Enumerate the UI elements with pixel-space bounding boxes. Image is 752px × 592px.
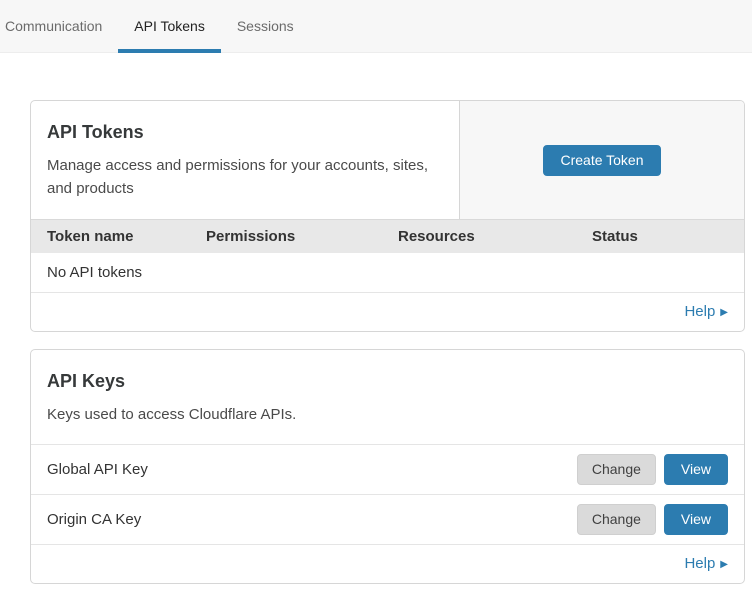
global-api-key-change-button[interactable]: Change — [577, 454, 656, 485]
api-tokens-help-link[interactable]: Help ▶ — [684, 303, 728, 320]
origin-ca-key-row: Origin CA Key Change View — [31, 494, 744, 544]
global-api-key-view-button[interactable]: View — [664, 454, 728, 485]
tokens-table-empty-row: No API tokens — [31, 253, 744, 293]
api-tokens-title: API Tokens — [47, 122, 443, 143]
api-keys-help-link[interactable]: Help ▶ — [684, 555, 728, 572]
global-api-key-row: Global API Key Change View — [31, 444, 744, 494]
tokens-table-header-resources: Resources — [398, 228, 592, 245]
tokens-table-header-permissions: Permissions — [206, 228, 398, 245]
api-tokens-help-row: Help ▶ — [31, 293, 744, 331]
tab-sessions[interactable]: Sessions — [221, 0, 310, 52]
api-keys-card-header: API Keys Keys used to access Cloudflare … — [31, 350, 744, 444]
api-keys-help-label: Help — [684, 555, 715, 572]
api-tokens-help-label: Help — [684, 303, 715, 320]
help-arrow-icon: ▶ — [720, 307, 728, 318]
tokens-table-header: Token name Permissions Resources Status — [31, 219, 744, 253]
api-keys-help-row: Help ▶ — [31, 544, 744, 583]
api-tokens-card: API Tokens Manage access and permissions… — [30, 100, 745, 332]
origin-ca-key-change-button[interactable]: Change — [577, 504, 656, 535]
api-tokens-card-header: API Tokens Manage access and permissions… — [31, 101, 744, 219]
api-tokens-description: Manage access and permissions for your a… — [47, 154, 443, 201]
tokens-table-header-token-name: Token name — [47, 228, 206, 245]
api-tokens-card-action-area: Create Token — [460, 101, 744, 219]
tokens-table-header-status: Status — [592, 228, 728, 245]
global-api-key-label: Global API Key — [47, 461, 148, 478]
api-keys-description: Keys used to access Cloudflare APIs. — [47, 403, 728, 426]
tab-bar: Communication API Tokens Sessions — [0, 0, 752, 53]
api-keys-card: API Keys Keys used to access Cloudflare … — [30, 349, 745, 584]
page-content: API Tokens Manage access and permissions… — [0, 53, 752, 584]
tab-communication[interactable]: Communication — [5, 0, 118, 52]
create-token-button[interactable]: Create Token — [543, 145, 660, 176]
tab-api-tokens[interactable]: API Tokens — [118, 0, 221, 52]
api-keys-title: API Keys — [47, 371, 728, 392]
origin-ca-key-view-button[interactable]: View — [664, 504, 728, 535]
help-arrow-icon: ▶ — [720, 559, 728, 570]
api-tokens-card-header-text: API Tokens Manage access and permissions… — [31, 101, 460, 219]
origin-ca-key-actions: Change View — [577, 504, 728, 535]
global-api-key-actions: Change View — [577, 454, 728, 485]
origin-ca-key-label: Origin CA Key — [47, 511, 141, 528]
